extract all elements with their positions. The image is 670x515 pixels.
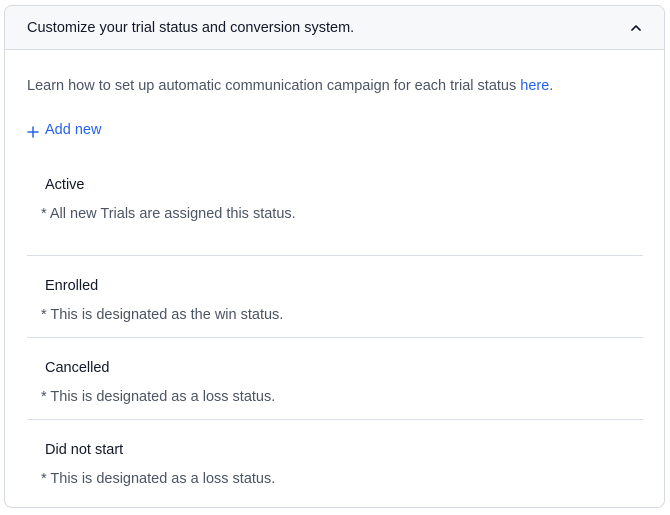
status-name: Cancelled <box>45 360 110 376</box>
status-item-active[interactable]: Active * All new Trials are assigned thi… <box>27 175 643 256</box>
intro-suffix: . <box>549 78 554 94</box>
panel-title: Customize your trial status and conversi… <box>27 19 355 36</box>
add-new-button[interactable]: Add new <box>27 120 101 140</box>
trial-status-panel: Customize your trial status and conversi… <box>4 5 665 508</box>
status-item-cancelled[interactable]: Cancelled * This is designated as a loss… <box>27 338 643 420</box>
status-item-enrolled[interactable]: Enrolled * This is designated as the win… <box>27 256 643 338</box>
status-list: Active * All new Trials are assigned thi… <box>27 175 643 502</box>
status-note: * This is designated as a loss status. <box>41 471 276 487</box>
intro-text-main: Learn how to set up automatic communicat… <box>27 78 521 94</box>
intro-text: Learn how to set up automatic communicat… <box>27 76 642 96</box>
panel-body: Learn how to set up automatic communicat… <box>5 76 664 502</box>
panel-header[interactable]: Customize your trial status and conversi… <box>5 6 664 50</box>
status-note: * This is designated as a loss status. <box>41 389 276 405</box>
status-note: * This is designated as the win status. <box>41 307 284 323</box>
status-note: * All new Trials are assigned this statu… <box>41 206 296 222</box>
add-new-label: Add new <box>45 122 102 138</box>
chevron-up-icon[interactable] <box>629 21 643 35</box>
plus-icon <box>27 124 39 138</box>
status-item-did-not-start[interactable]: Did not start * This is designated as a … <box>27 420 643 502</box>
status-name: Did not start <box>45 442 124 458</box>
status-name: Enrolled <box>45 278 99 294</box>
status-name: Active <box>45 177 85 193</box>
here-link[interactable]: here <box>520 78 549 94</box>
